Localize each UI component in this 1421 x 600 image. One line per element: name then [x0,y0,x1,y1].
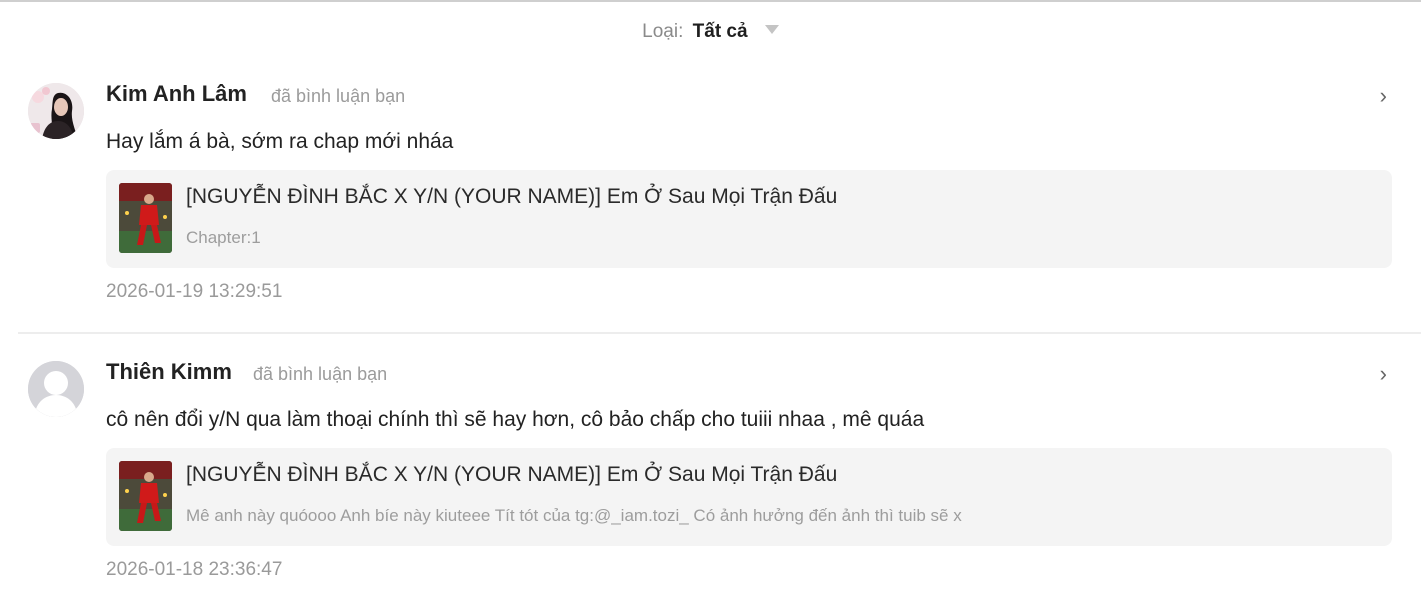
action-text: đã bình luận bạn [271,86,406,106]
story-thumbnail [119,461,172,531]
user-photo-icon [28,83,84,139]
filter-label: Loại: [642,21,684,42]
notification-item[interactable]: Thiên Kimm đã bình luận bạn › cô nên đổi… [0,348,1421,600]
timestamp: 2026-01-19 13:29:51 [106,281,283,302]
default-user-icon [28,361,84,417]
chevron-right-icon[interactable]: › [1380,84,1387,108]
comment-text: cô nên đổi y/N qua làm thoại chính thì s… [106,408,925,431]
caret-down-icon[interactable] [764,25,779,34]
user-name[interactable]: Thiên Kimm [106,358,232,386]
action-text: đã bình luận bạn [253,364,388,384]
timestamp: 2026-01-18 23:36:47 [106,559,283,580]
story-cover-icon [119,183,172,253]
comment-text: Hay lắm á bà, sớm ra chap mới nháa [106,130,454,153]
type-filter[interactable]: Loại: Tất cả [0,20,1421,44]
story-chapter: Chapter:1 [186,228,261,247]
notification-item[interactable]: Kim Anh Lâm đã bình luận bạn › Hay lắm á… [0,70,1421,332]
story-cover-icon [119,461,172,531]
top-divider [0,0,1421,2]
story-thumbnail [119,183,172,253]
avatar[interactable] [28,361,84,417]
story-title: [NGUYỄN ĐÌNH BẮC X Y/N (YOUR NAME)] Em Ở… [186,185,838,208]
story-description: Mê anh này quóooo Anh bíe này kiuteee Tí… [186,506,962,525]
user-name[interactable]: Kim Anh Lâm [106,80,247,108]
item-divider [18,332,1421,334]
chevron-right-icon[interactable]: › [1380,362,1387,386]
avatar[interactable] [28,83,84,139]
filter-value[interactable]: Tất cả [693,21,748,42]
story-card[interactable]: [NGUYỄN ĐÌNH BẮC X Y/N (YOUR NAME)] Em Ở… [106,448,1392,546]
story-card[interactable]: [NGUYỄN ĐÌNH BẮC X Y/N (YOUR NAME)] Em Ở… [106,170,1392,268]
story-title: [NGUYỄN ĐÌNH BẮC X Y/N (YOUR NAME)] Em Ở… [186,463,838,486]
